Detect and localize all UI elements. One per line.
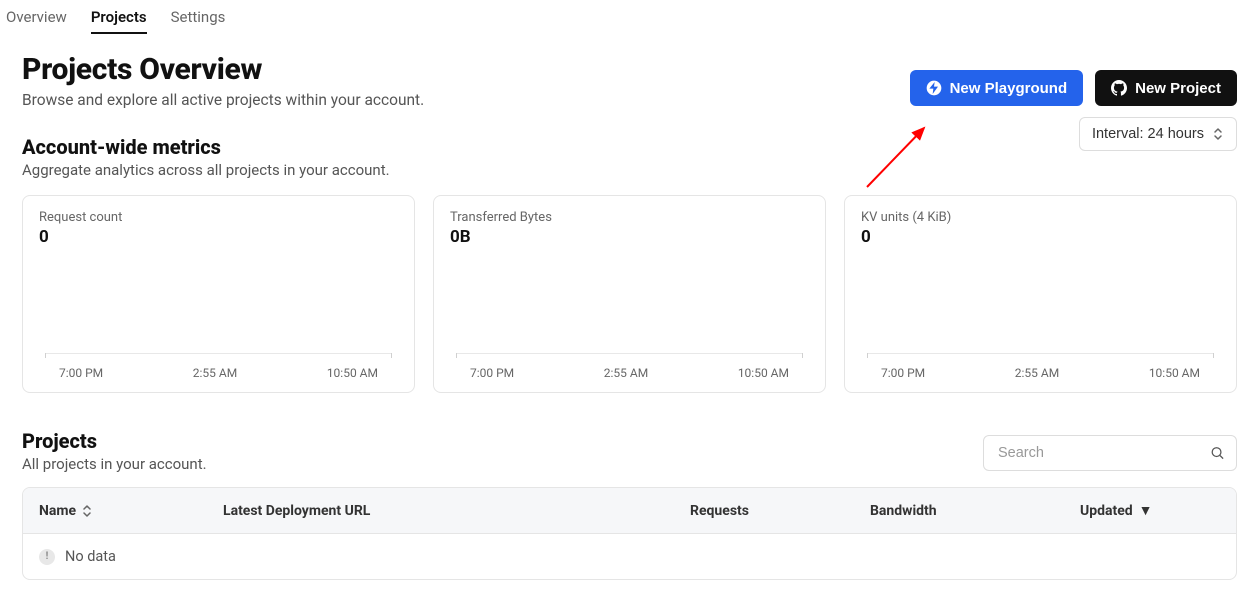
interval-selector[interactable]: Interval: 24 hours bbox=[1079, 117, 1237, 151]
bolt-icon bbox=[926, 80, 942, 96]
empty-text: No data bbox=[65, 548, 116, 565]
axis-tick: 2:55 AM bbox=[1015, 366, 1059, 380]
metrics-subtitle: Aggregate analytics across all projects … bbox=[22, 161, 390, 179]
metric-value: 0 bbox=[861, 227, 1220, 247]
axis-tick: 7:00 PM bbox=[470, 366, 514, 380]
projects-title: Projects bbox=[22, 429, 207, 453]
tab-projects[interactable]: Projects bbox=[91, 8, 147, 34]
column-name[interactable]: Name bbox=[39, 503, 223, 519]
page-title: Projects Overview bbox=[22, 52, 424, 87]
column-url[interactable]: Latest Deployment URL bbox=[223, 503, 690, 519]
metrics-grid: Request count 0 7:00 PM 2:55 AM 10:50 AM… bbox=[22, 195, 1237, 393]
top-tabs: Overview Projects Settings bbox=[0, 0, 1259, 34]
axis-tick: 2:55 AM bbox=[604, 366, 648, 380]
projects-table: Name Latest Deployment URL Requests Band… bbox=[22, 487, 1237, 580]
metric-card-bytes: Transferred Bytes 0B 7:00 PM 2:55 AM 10:… bbox=[433, 195, 826, 393]
sort-icon bbox=[82, 505, 92, 517]
github-icon bbox=[1111, 80, 1127, 96]
column-updated[interactable]: Updated ▼ bbox=[1080, 502, 1220, 519]
interval-label: Interval: 24 hours bbox=[1092, 126, 1204, 142]
axis-tick: 10:50 AM bbox=[738, 366, 789, 380]
new-playground-label: New Playground bbox=[950, 80, 1068, 97]
chart-area: 7:00 PM 2:55 AM 10:50 AM bbox=[39, 353, 398, 380]
metric-value: 0B bbox=[450, 227, 809, 247]
metric-label: Request count bbox=[39, 210, 398, 225]
metric-label: KV units (4 KiB) bbox=[861, 210, 1220, 225]
table-empty-row: ! No data bbox=[23, 534, 1236, 579]
new-project-label: New Project bbox=[1135, 80, 1221, 97]
search-input[interactable] bbox=[983, 435, 1237, 471]
axis-tick: 7:00 PM bbox=[881, 366, 925, 380]
metric-label: Transferred Bytes bbox=[450, 210, 809, 225]
new-playground-button[interactable]: New Playground bbox=[910, 70, 1084, 106]
chart-area: 7:00 PM 2:55 AM 10:50 AM bbox=[861, 353, 1220, 380]
axis-tick: 2:55 AM bbox=[193, 366, 237, 380]
metric-card-kv: KV units (4 KiB) 0 7:00 PM 2:55 AM 10:50… bbox=[844, 195, 1237, 393]
sort-desc-icon: ▼ bbox=[1139, 502, 1153, 519]
metric-value: 0 bbox=[39, 227, 398, 247]
info-icon: ! bbox=[39, 549, 55, 565]
page-subtitle: Browse and explore all active projects w… bbox=[22, 91, 424, 109]
axis-tick: 7:00 PM bbox=[59, 366, 103, 380]
search-box bbox=[983, 435, 1237, 471]
chart-area: 7:00 PM 2:55 AM 10:50 AM bbox=[450, 353, 809, 380]
column-requests[interactable]: Requests bbox=[690, 503, 870, 519]
metrics-title: Account-wide metrics bbox=[22, 135, 390, 159]
tab-settings[interactable]: Settings bbox=[171, 8, 226, 34]
chevron-updown-icon bbox=[1212, 127, 1224, 141]
tab-overview[interactable]: Overview bbox=[6, 8, 67, 34]
axis-tick: 10:50 AM bbox=[327, 366, 378, 380]
new-project-button[interactable]: New Project bbox=[1095, 70, 1237, 106]
axis-tick: 10:50 AM bbox=[1149, 366, 1200, 380]
table-header: Name Latest Deployment URL Requests Band… bbox=[23, 488, 1236, 534]
projects-subtitle: All projects in your account. bbox=[22, 455, 207, 473]
column-bandwidth[interactable]: Bandwidth bbox=[870, 503, 1080, 519]
search-icon bbox=[1210, 446, 1225, 461]
metric-card-requests: Request count 0 7:00 PM 2:55 AM 10:50 AM bbox=[22, 195, 415, 393]
